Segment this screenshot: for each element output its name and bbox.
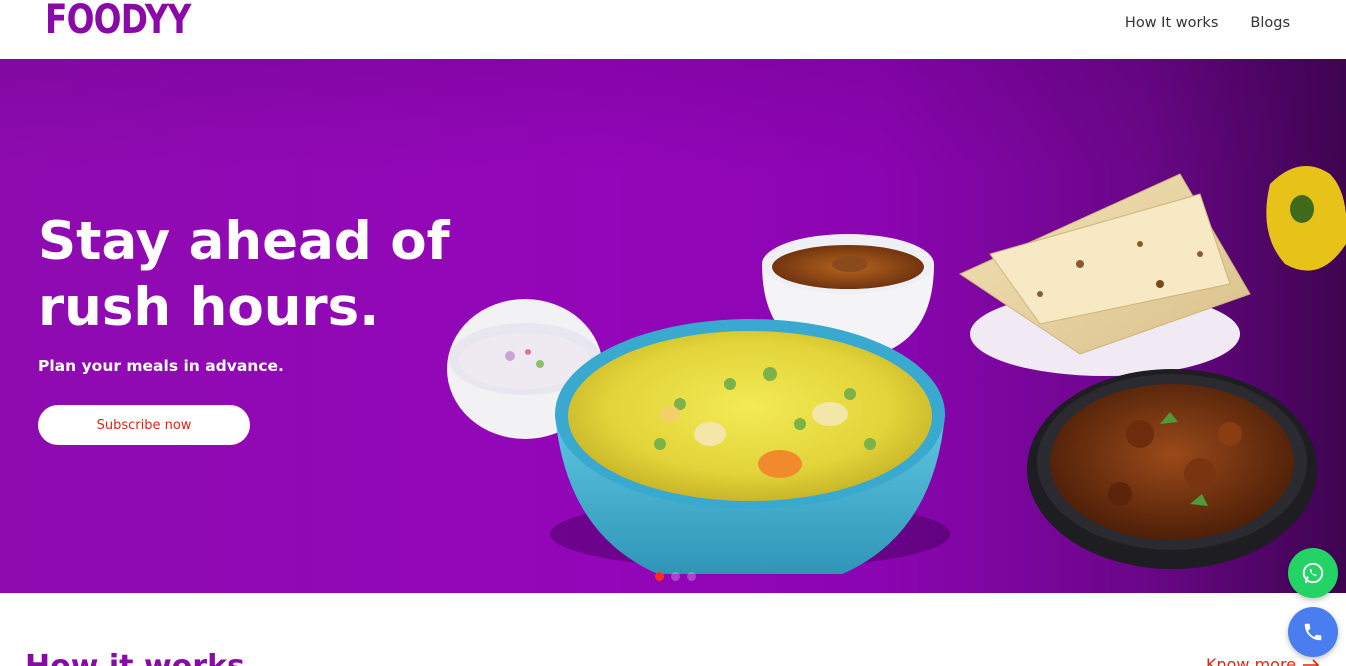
carousel-dot-3[interactable]	[687, 572, 696, 581]
carousel-indicators	[655, 572, 696, 581]
whatsapp-button[interactable]	[1288, 548, 1338, 598]
know-more-link[interactable]: Know more	[1206, 655, 1320, 666]
carousel-dot-2[interactable]	[671, 572, 680, 581]
how-it-works-heading: How it works	[25, 647, 245, 666]
hero-banner: Stay ahead of rush hours. Plan your meal…	[0, 59, 1346, 593]
phone-icon	[1304, 623, 1322, 641]
nav-how-it-works[interactable]: How It works	[1125, 13, 1218, 33]
site-header: FOODYY How It works Blogs	[0, 0, 1346, 59]
carousel-dot-1[interactable]	[655, 572, 664, 581]
food-illustration	[447, 166, 1346, 574]
subscribe-now-button[interactable]: Subscribe now	[38, 405, 250, 445]
hero-headline: Stay ahead of rush hours.	[38, 211, 450, 338]
know-more-label: Know more	[1206, 655, 1297, 666]
brand-logo[interactable]: FOODYY	[45, 0, 191, 44]
whatsapp-icon	[1302, 562, 1324, 584]
hero-subtext: Plan your meals in advance.	[38, 357, 284, 375]
call-button[interactable]	[1288, 607, 1338, 657]
top-nav: How It works Blogs	[1125, 13, 1290, 33]
arrow-right-icon	[1303, 658, 1320, 666]
nav-blogs[interactable]: Blogs	[1250, 13, 1290, 33]
